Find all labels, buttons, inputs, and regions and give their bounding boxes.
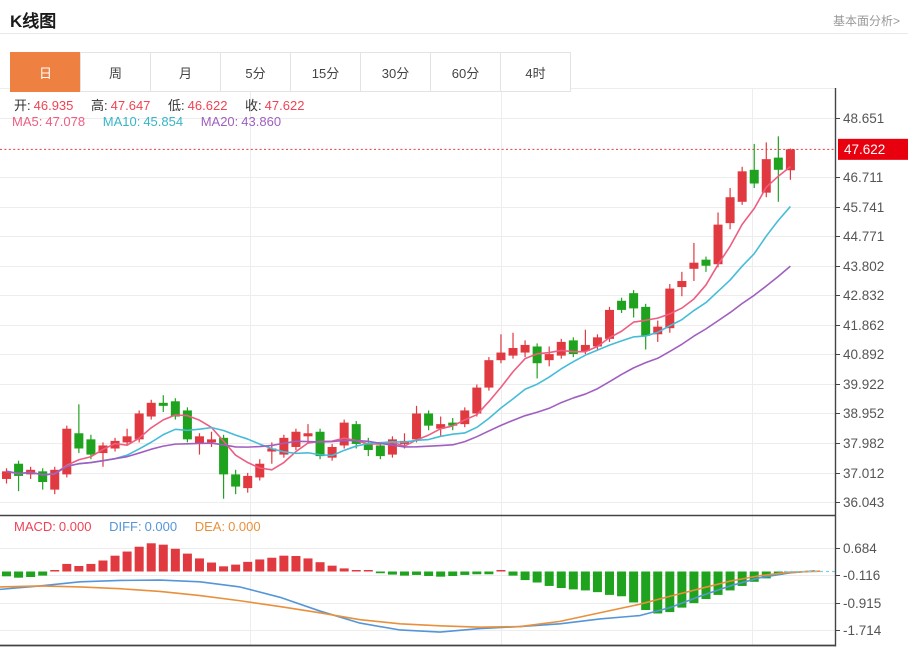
open-label: 开: <box>14 98 31 113</box>
y-axis-label: 44.771 <box>843 229 884 244</box>
low-value: 46.622 <box>187 98 228 113</box>
y-axis-label: 42.832 <box>843 288 884 303</box>
y-axis-label: 43.802 <box>843 259 884 274</box>
macd-axis-label: -0.116 <box>843 568 880 583</box>
ma-legend: MA5: 47.078 MA10: 45.854 MA20: 43.860 <box>12 114 284 129</box>
tab-周[interactable]: 周 <box>80 52 151 92</box>
tab-30分[interactable]: 30分 <box>360 52 431 92</box>
y-axis-label: 39.922 <box>843 377 884 392</box>
macd-axis-label: -1.714 <box>843 623 882 638</box>
macd-axis-label: -0.915 <box>843 596 881 611</box>
dea-value: 0.000 <box>228 519 261 534</box>
y-axis-label: 41.862 <box>843 318 884 333</box>
macd-value: 0.000 <box>58 519 92 534</box>
close-value: 47.622 <box>264 98 305 113</box>
ma5-label: MA5: <box>12 114 43 129</box>
y-axis-label: 45.741 <box>843 200 884 215</box>
high-label: 高: <box>91 98 108 113</box>
high-value: 47.647 <box>110 98 151 113</box>
ma10-label: MA10: <box>102 114 141 129</box>
ma20-label: MA20: <box>200 114 239 129</box>
tab-4时[interactable]: 4时 <box>500 52 571 92</box>
macd-pane[interactable] <box>0 543 836 633</box>
y-axis-label: 48.651 <box>843 111 884 126</box>
ma5-value: 47.078 <box>45 114 86 129</box>
macd-legend: MACD: 0.000 DIFF: 0.000 DEA: 0.000 <box>14 519 264 534</box>
open-value: 46.935 <box>33 98 74 113</box>
price-marker-value: 47.622 <box>844 142 885 157</box>
low-label: 低: <box>168 98 185 113</box>
dea-label: DEA: <box>194 519 226 534</box>
tab-60分[interactable]: 60分 <box>430 52 501 92</box>
y-axis-label: 37.012 <box>843 466 884 481</box>
diff-value: 0.000 <box>144 519 178 534</box>
ma10-line <box>6 205 792 476</box>
tab-日[interactable]: 日 <box>10 52 81 92</box>
close-label: 收: <box>245 98 262 113</box>
y-axis-label: 37.982 <box>843 436 884 451</box>
tab-15分[interactable]: 15分 <box>290 52 361 92</box>
ma10-value: 45.854 <box>143 114 184 129</box>
candlestick-pane[interactable] <box>0 136 836 499</box>
ohlc-legend: 开: 46.935 高: 47.647 低: 46.622 收: 47.622 <box>14 95 307 114</box>
period-tabs: 日周月 5分 15分 30分 60分 4时 <box>10 52 571 92</box>
y-axis-label: 46.711 <box>843 170 883 185</box>
y-axis-label: 40.892 <box>843 347 884 362</box>
ma20-value: 43.860 <box>241 114 282 129</box>
diff-label: DIFF: <box>109 519 142 534</box>
tab-5分[interactable]: 5分 <box>220 52 291 92</box>
y-axis-label: 36.043 <box>843 495 884 510</box>
tab-月[interactable]: 月 <box>150 52 221 92</box>
macd-axis-label: 0.684 <box>843 541 877 556</box>
y-axis-label: 38.952 <box>843 406 884 421</box>
macd-label: MACD: <box>14 519 56 534</box>
